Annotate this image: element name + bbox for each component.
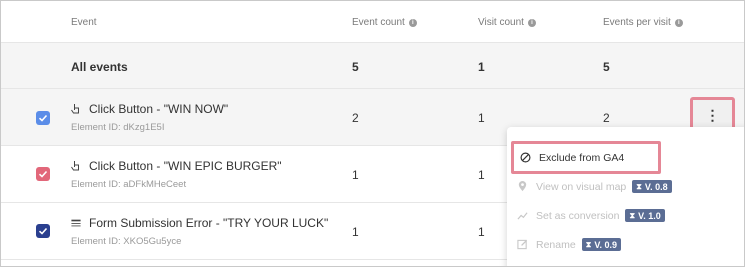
all-events-per-visit: 5	[603, 60, 610, 74]
column-header-event[interactable]: Event	[71, 17, 97, 28]
version-badge: ⧗ V. 0.8	[632, 180, 672, 193]
event-count: 1	[352, 168, 359, 182]
all-events-visit-count: 1	[478, 60, 485, 74]
element-id: Element ID: XKO5Gu5yce	[71, 236, 182, 247]
column-header-events-per-visit[interactable]: Events per visit i	[603, 17, 683, 28]
all-events-label: All events	[71, 60, 128, 74]
map-pin-icon	[517, 181, 528, 192]
event-name: Click Button - "WIN NOW"	[71, 102, 228, 116]
check-icon	[38, 114, 48, 122]
column-header-visit-count[interactable]: Visit count i	[478, 17, 536, 28]
hand-pointer-icon	[71, 160, 81, 172]
events-table-panel: Event Event count i Visit count i Events p…	[0, 0, 745, 267]
version-badge: ⧗ V. 0.9	[581, 238, 622, 251]
info-icon[interactable]: i	[674, 18, 683, 27]
event-name: Form Submission Error - "TRY YOUR LUCK"	[71, 216, 328, 230]
all-events-event-count: 5	[352, 60, 359, 74]
hourglass-icon: ⧗	[585, 239, 592, 249]
version-badge: ⧗ V. 1.0	[625, 209, 665, 222]
table-header: Event Event count i Visit count i Events p…	[1, 1, 744, 43]
event-count: 2	[352, 111, 359, 125]
visit-count: 1	[478, 168, 485, 182]
menu-item-set-as-conversion[interactable]: Set as conversion ⧗ V. 1.0	[517, 209, 665, 222]
info-icon[interactable]: i	[408, 18, 417, 27]
hourglass-icon: ⧗	[629, 210, 636, 220]
event-name: Click Button - "WIN EPIC BURGER"	[71, 159, 282, 173]
row-checkbox[interactable]	[36, 111, 50, 125]
column-header-event-count[interactable]: Event count i	[352, 17, 417, 28]
block-icon	[520, 152, 531, 163]
row-actions-menu: Exclude from GA4 View on visual map ⧗ V. …	[507, 127, 744, 266]
check-icon	[38, 170, 48, 178]
element-id: Element ID: dKzg1E5I	[71, 122, 165, 133]
hand-pointer-icon	[71, 103, 81, 115]
form-icon	[71, 217, 81, 229]
menu-item-exclude-from-ga4[interactable]: Exclude from GA4	[511, 141, 661, 174]
event-count: 1	[352, 225, 359, 239]
check-icon	[38, 227, 48, 235]
events-per-visit: 2	[603, 111, 610, 125]
kebab-menu-icon: ⋮	[705, 106, 720, 123]
hourglass-icon: ⧗	[636, 181, 642, 191]
menu-item-rename[interactable]: Rename ⧗ V. 0.9	[517, 238, 622, 251]
row-checkbox[interactable]	[36, 224, 50, 238]
all-events-row: All events 5 1 5	[1, 43, 744, 89]
visit-count: 1	[478, 111, 485, 125]
edit-icon	[517, 239, 528, 250]
visit-count: 1	[478, 225, 485, 239]
row-checkbox[interactable]	[36, 167, 50, 181]
menu-item-view-on-visual-map[interactable]: View on visual map ⧗ V. 0.8	[517, 180, 672, 193]
element-id: Element ID: aDFkMHeCeet	[71, 179, 187, 190]
trend-icon	[517, 210, 528, 221]
info-icon[interactable]: i	[527, 18, 536, 27]
